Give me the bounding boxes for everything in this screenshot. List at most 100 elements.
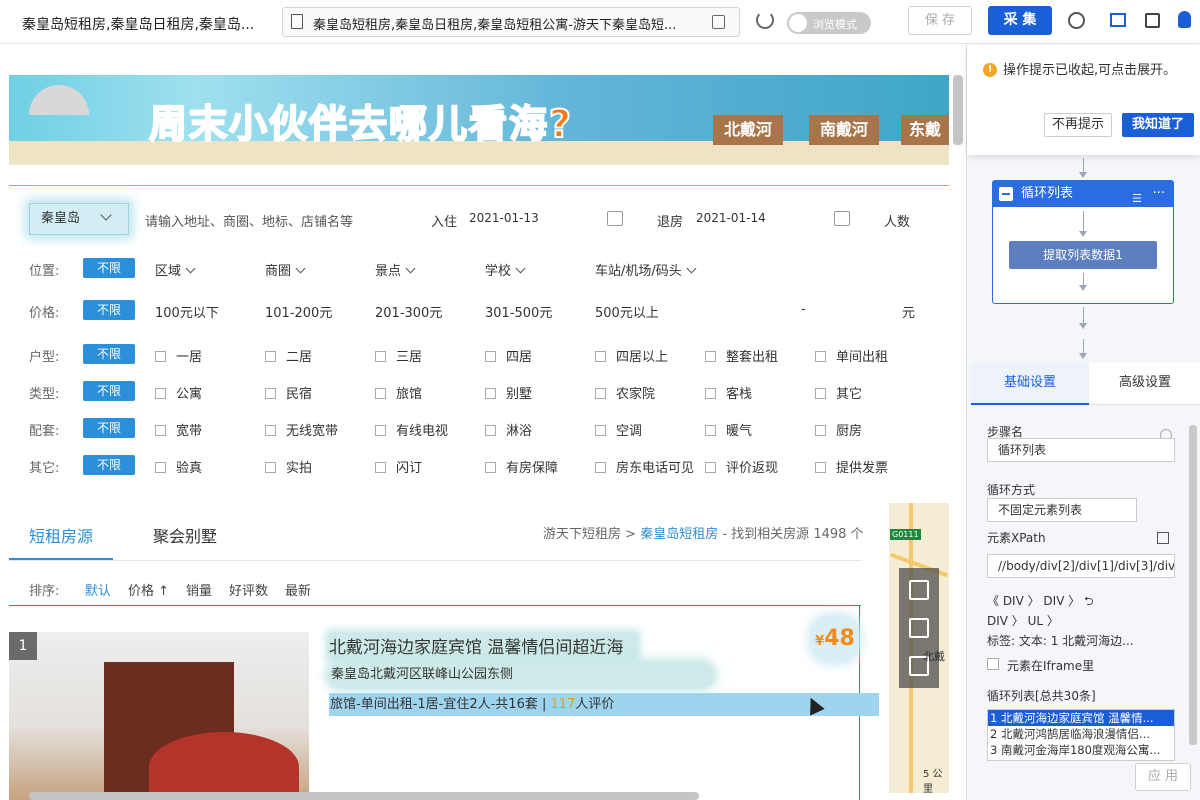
got-it-button[interactable]: 我知道了 [1122,113,1194,137]
listing-address[interactable]: 秦皇岛北戴河区联峰山公园东侧 [329,663,713,687]
sort-rating[interactable]: 好评数 [229,580,268,599]
edit-icon[interactable] [909,580,929,600]
people-label[interactable]: 人数 [884,211,910,230]
checkout-date[interactable]: 2021-01-14 [696,211,766,225]
sort-price[interactable]: 价格 ↑ [128,580,169,599]
browse-mode-toggle[interactable]: 浏览模式 [787,12,871,34]
filter-checkbox[interactable]: 提供发票 [815,457,888,476]
filter-option[interactable]: 学校 [485,260,524,279]
filter-option[interactable]: 201-300元 [375,302,442,321]
step-name-input[interactable]: 循环列表 [987,438,1175,462]
filter-checkbox[interactable]: 四居以上 [595,346,668,365]
extract-data-step[interactable]: 提取列表数据1 [1009,241,1157,269]
filter-option[interactable]: 101-200元 [265,302,332,321]
filter-checkbox[interactable]: 一居 [155,346,202,365]
filter-nolimit-button[interactable]: 不限 [83,418,135,438]
loop-items-list[interactable]: 1 北戴河海边家庭宾馆 温馨情... 2 北戴河鸿鹄居临海浪漫情侣... 3 南… [987,709,1175,761]
xpath-input[interactable]: //body/div[2]/div[1]/div[3]/div[ [987,554,1175,578]
search-input[interactable]: 请输入地址、商圈、地标、店铺名等 [145,211,353,230]
filter-nolimit-button[interactable]: 不限 [83,381,135,401]
tab-advanced-settings[interactable]: 高级设置 [1089,363,1200,405]
filter-checkbox[interactable]: 闪订 [375,457,422,476]
filter-checkbox[interactable]: 民宿 [265,383,312,402]
filter-option[interactable]: 景点 [375,260,414,279]
filter-checkbox[interactable]: 宽带 [155,420,202,439]
city-select[interactable]: 秦皇岛 [29,203,129,235]
filter-checkbox[interactable]: 二居 [265,346,312,365]
url-bar[interactable]: 秦皇岛短租房,秦皇岛日租房,秦皇岛短租公寓-游天下秦皇岛短... [282,7,740,37]
vertical-scrollbar[interactable] [953,75,963,145]
promo-banner[interactable]: 周末小伙伴去哪儿看海? 北戴河 南戴河 东戴 [9,75,949,165]
filter-checkbox[interactable]: 有房保障 [485,457,558,476]
loop-list-block[interactable]: 循环列表 ☰ ··· 提取列表数据1 [992,180,1174,304]
tab-basic-settings[interactable]: 基础设置 [971,363,1089,405]
filter-checkbox[interactable]: 暖气 [705,420,752,439]
panel-scrollbar[interactable] [1189,425,1197,745]
refresh-icon[interactable] [756,11,774,29]
filter-nolimit-button[interactable]: 不限 [83,258,135,278]
qr-code-icon[interactable] [909,618,929,638]
sort-default[interactable]: 默认 [85,580,111,599]
review-count[interactable]: 117 [551,697,576,712]
list-item[interactable]: 1 北戴河海边家庭宾馆 温馨情... [988,710,1174,726]
more-icon[interactable]: ··· [1153,181,1165,207]
save-button[interactable]: 保 存 [908,6,972,35]
filter-checkbox[interactable]: 验真 [155,457,202,476]
filter-checkbox[interactable]: 淋浴 [485,420,532,439]
filter-checkbox[interactable]: 评价返现 [705,457,778,476]
filter-checkbox[interactable]: 空调 [595,420,642,439]
filter-checkbox[interactable]: 厨房 [815,420,862,439]
url-text[interactable]: 秦皇岛短租房,秦皇岛日租房,秦皇岛短租公寓-游天下秦皇岛短... [313,14,703,33]
checkin-date[interactable]: 2021-01-13 [469,211,539,225]
filter-checkbox[interactable]: 无线宽带 [265,420,338,439]
filter-nolimit-button[interactable]: 不限 [83,300,135,320]
filter-checkbox[interactable]: 农家院 [595,383,655,402]
dont-show-again-button[interactable]: 不再提示 [1044,113,1112,137]
filter-option[interactable]: 车站/机场/码头 [595,260,695,279]
gear-icon[interactable] [1068,12,1085,29]
table-icon[interactable] [1110,13,1126,27]
calendar-icon[interactable] [834,211,850,226]
loop-mode-select[interactable]: 不固定元素列表 [987,498,1137,522]
breadcrumb-city[interactable]: 秦皇岛短租房 [640,527,718,542]
filter-nolimit-button[interactable]: 不限 [83,455,135,475]
filter-checkbox[interactable]: 有线电视 [375,420,448,439]
list-icon[interactable]: ☰ [1132,186,1142,212]
tip-message[interactable]: 操作提示已收起,可点击展开。 [1003,61,1193,81]
calendar-icon[interactable] [607,211,623,226]
page-tab-title[interactable]: 秦皇岛短租房,秦皇岛日租房,秦皇岛... [22,14,262,34]
element-path-line[interactable]: 《 DIV 〉 DIV 〉 ⮌ [987,591,1177,611]
filter-nolimit-button[interactable]: 不限 [83,344,135,364]
filter-checkbox[interactable]: 客栈 [705,383,752,402]
filter-checkbox[interactable]: 公寓 [155,383,202,402]
lightbulb-icon[interactable] [1178,11,1191,28]
pick-element-icon[interactable] [1157,532,1169,544]
filter-checkbox[interactable]: 单间出租 [815,346,888,365]
filter-checkbox[interactable]: 四居 [485,346,532,365]
listing-title[interactable]: 北戴河海边家庭宾馆 温馨情侣间超近海 [329,633,638,658]
filter-checkbox[interactable]: 三居 [375,346,422,365]
iframe-checkbox[interactable] [987,658,999,670]
tab-short-rent[interactable]: 短租房源 [29,523,93,547]
sort-sales[interactable]: 销量 [186,580,212,599]
flow-icon[interactable] [1145,13,1160,28]
filter-option[interactable]: 商圈 [265,260,304,279]
apply-button[interactable]: 应 用 [1135,763,1191,791]
horizontal-scrollbar[interactable] [29,792,699,800]
filter-option[interactable]: 301-500元 [485,302,552,321]
collapse-icon[interactable] [999,187,1013,201]
map-widget[interactable]: G0111 北戴 5 公里 [889,503,949,795]
filter-checkbox[interactable]: 其它 [815,383,862,402]
filter-option[interactable]: 500元以上 [595,302,659,321]
filter-checkbox[interactable]: 房东电话可见 [595,457,694,476]
listing-photo[interactable]: 1 [9,632,309,800]
filter-checkbox[interactable]: 别墅 [485,383,532,402]
tab-party-villa[interactable]: 聚会别墅 [153,523,217,547]
list-item[interactable]: 3 南戴河金海岸180度观海公寓... [988,742,1174,758]
collect-button[interactable]: 采 集 [988,6,1052,35]
edit-icon[interactable] [712,15,725,29]
filter-checkbox[interactable]: 旅馆 [375,383,422,402]
list-item[interactable]: 2 北戴河鸿鹄居临海浪漫情侣... [988,726,1174,742]
element-path-line[interactable]: DIV 〉 UL 〉 [987,611,1177,631]
filter-option[interactable]: 区域 [155,260,194,279]
